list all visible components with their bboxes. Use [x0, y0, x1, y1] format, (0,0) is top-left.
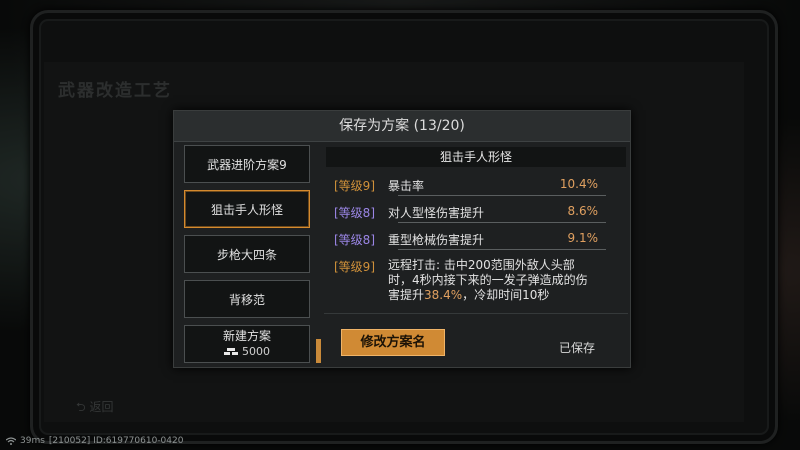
status-bar: 39ms [210052] ID:619770610-0420 [6, 436, 183, 446]
new-plan-cost: 5000 [224, 344, 270, 360]
special-effect-row: [等级9] 远程打击: 击中200范围外敌人头部时，4秒内接下来的一发子弹造成的… [324, 258, 606, 303]
special-description: 远程打击: 击中200范围外敌人头部时，4秒内接下来的一发子弹造成的伤害提升38… [388, 258, 588, 303]
stat-level: [等级9] [334, 179, 375, 193]
stat-name: 重型枪械伤害提升 [388, 233, 485, 247]
new-plan-button[interactable]: 新建方案 5000 [184, 325, 310, 363]
saved-status: 已保存 [559, 341, 596, 355]
player-id: [210052] ID:619770610-0420 [48, 436, 184, 446]
row-divider [398, 249, 606, 250]
stat-row: [等级9] 暴击率 10.4% [324, 177, 606, 194]
footer-divider [324, 313, 628, 314]
ping-value: 39ms [20, 436, 45, 446]
plan-list[interactable]: 武器进阶方案9 狙击手人形怪 步枪大四条 背移范 新建方案 5000 [182, 145, 314, 363]
rename-plan-button[interactable]: 修改方案名 [341, 329, 445, 356]
stat-value: 8.6% [567, 204, 599, 218]
stat-name: 对人型怪伤害提升 [388, 206, 485, 220]
stat-level: [等级8] [334, 206, 375, 220]
detail-title: 狙击手人形怪 [326, 147, 626, 167]
coin-stack-icon [224, 348, 238, 355]
plan-item-selected[interactable]: 狙击手人形怪 [184, 190, 310, 228]
wifi-icon [6, 437, 16, 445]
plan-item[interactable]: 武器进阶方案9 [184, 145, 310, 183]
special-highlight: 38.4% [424, 288, 463, 302]
save-plan-dialog: 保存为方案 (13/20) 武器进阶方案9 狙击手人形怪 步枪大四条 背移范 新… [173, 110, 631, 368]
plan-item[interactable]: 步枪大四条 [184, 235, 310, 273]
stat-name: 暴击率 [388, 179, 425, 193]
stat-value: 10.4% [559, 177, 598, 191]
cost-value: 5000 [242, 345, 270, 358]
dialog-title: 保存为方案 (13/20) [174, 111, 630, 142]
stat-row: [等级8] 重型枪械伤害提升 9.1% [324, 231, 606, 248]
row-divider [398, 222, 606, 223]
row-divider [398, 195, 606, 196]
stat-row: [等级8] 对人型怪伤害提升 8.6% [324, 204, 606, 221]
stat-value: 9.1% [567, 231, 599, 245]
special-level: [等级9] [334, 260, 375, 274]
new-plan-label: 新建方案 [222, 329, 271, 343]
plan-item[interactable]: 背移范 [184, 280, 310, 318]
list-scrollbar[interactable] [316, 339, 321, 363]
special-text-end: ，冷却时间10秒 [462, 288, 550, 302]
stat-level: [等级8] [334, 233, 375, 247]
